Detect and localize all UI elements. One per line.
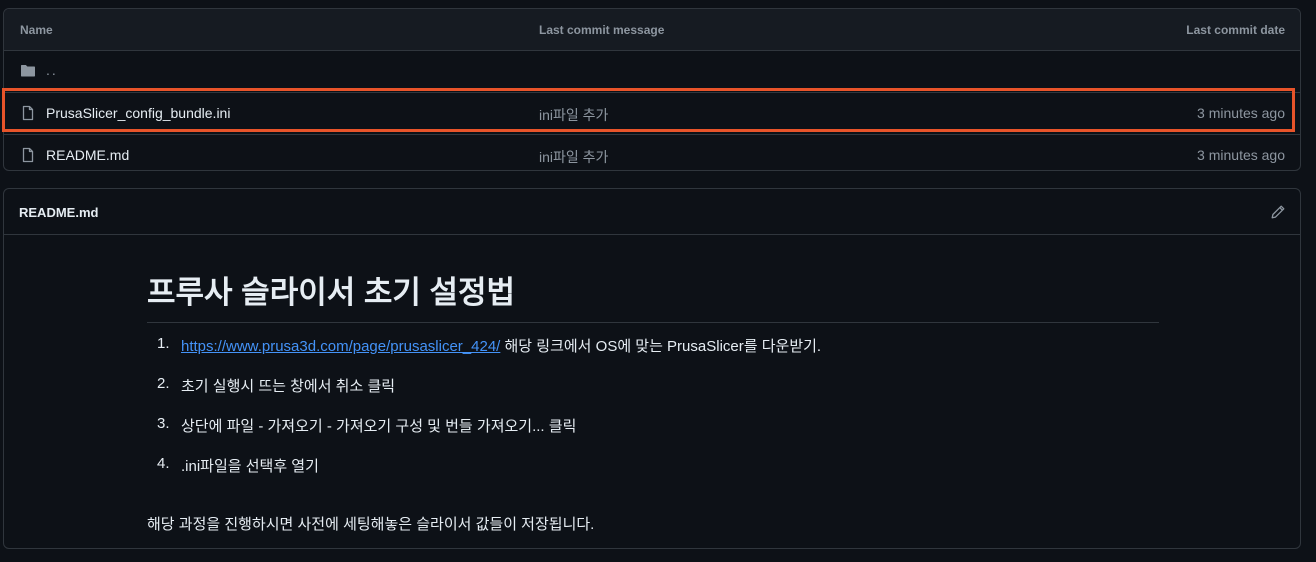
step-text: 상단에 파일 - 가져오기 - 가져오기 구성 및 번들 가져오기... 클릭 <box>181 418 577 435</box>
commit-message-link[interactable]: ini파일 추가 <box>539 147 608 167</box>
message-column-header: Last commit message <box>539 23 665 37</box>
readme-heading: 프루사 슬라이서 초기 설정법 <box>147 267 1159 323</box>
commit-message-link[interactable]: ini파일 추가 <box>539 105 608 125</box>
commit-date: 3 minutes ago <box>1197 105 1285 121</box>
parent-directory-row[interactable]: .. <box>4 51 1300 93</box>
file-name-link[interactable]: README.md <box>46 147 129 163</box>
readme-title-link[interactable]: README.md <box>19 205 98 220</box>
step-number: 2. <box>157 375 170 392</box>
file-name-link[interactable]: PrusaSlicer_config_bundle.ini <box>46 105 230 121</box>
file-table: Name Last commit message Last commit dat… <box>3 8 1301 171</box>
commit-date: 3 minutes ago <box>1197 147 1285 163</box>
folder-icon <box>21 65 35 77</box>
step-text: https://www.prusa3d.com/page/prusaslicer… <box>181 335 821 356</box>
table-row[interactable]: README.md ini파일 추가 3 minutes ago <box>4 135 1300 170</box>
step-number: 1. <box>157 335 170 352</box>
parent-directory-link[interactable]: .. <box>46 62 58 78</box>
readme-header: README.md <box>4 189 1300 235</box>
pencil-icon[interactable] <box>1270 204 1286 220</box>
step-text: .ini파일을 선택후 열기 <box>181 458 319 475</box>
readme-paragraph: 해당 과정을 진행하시면 사전에 세팅해놓은 슬라이서 값들이 저장됩니다. <box>147 516 595 533</box>
file-icon <box>22 105 34 121</box>
file-table-header: Name Last commit message Last commit dat… <box>4 9 1300 51</box>
step-number: 3. <box>157 415 170 432</box>
step-description: 해당 링크에서 OS에 맞는 PrusaSlicer를 다운받기. <box>500 338 822 355</box>
name-column-header: Name <box>20 23 53 37</box>
step-text: 초기 실행시 뜨는 창에서 취소 클릭 <box>181 378 396 395</box>
table-row[interactable]: PrusaSlicer_config_bundle.ini ini파일 추가 3… <box>4 93 1300 135</box>
date-column-header: Last commit date <box>1186 23 1285 37</box>
step-number: 4. <box>157 455 170 472</box>
readme-panel: README.md 프루사 슬라이서 초기 설정법 1. https://www… <box>3 188 1301 549</box>
prusa-download-link[interactable]: https://www.prusa3d.com/page/prusaslicer… <box>181 338 500 355</box>
file-icon <box>22 147 34 163</box>
